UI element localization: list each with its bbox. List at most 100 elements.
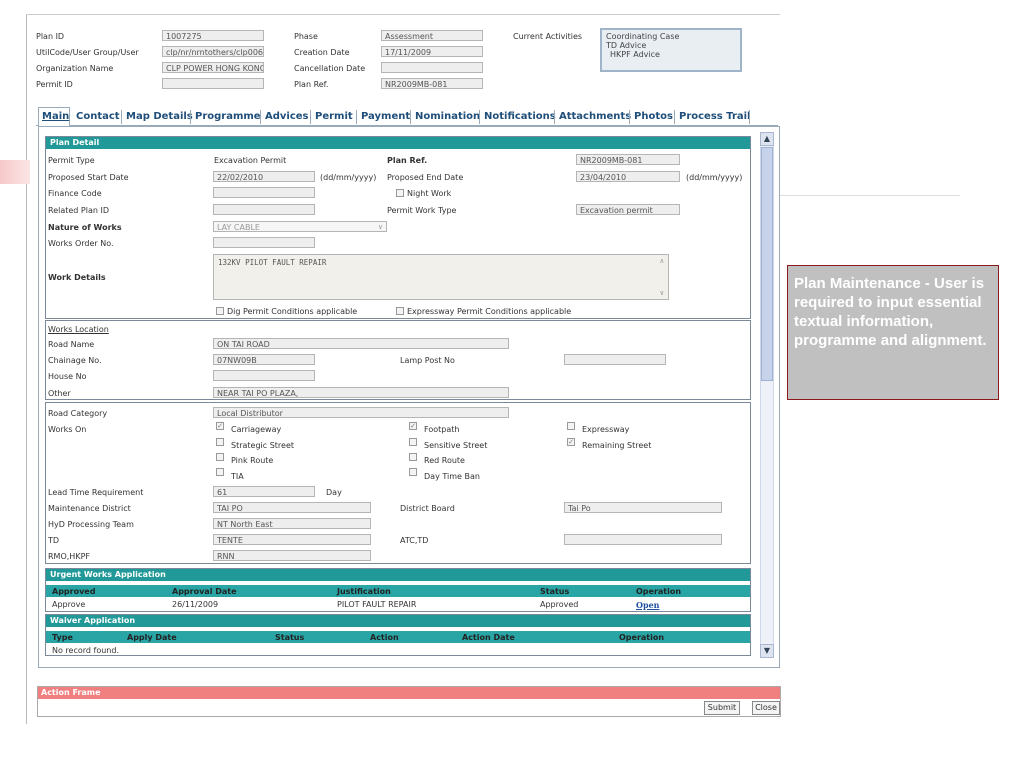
day-time-ban-checkbox[interactable] [409, 468, 417, 476]
tab-permit[interactable]: Permit [315, 108, 353, 125]
pink-route-checkbox[interactable] [216, 453, 224, 461]
textarea-scroll-up-icon[interactable]: ∧ [660, 257, 664, 265]
cancel-label: Cancellation Date [294, 64, 366, 73]
submit-button[interactable]: Submit [704, 701, 740, 715]
action-frame-title: Action Frame [38, 687, 780, 699]
lead-time-unit: Day [326, 488, 342, 497]
plan-id-field: 1007275 [162, 30, 264, 41]
related-plan-field[interactable] [213, 204, 315, 215]
urgent-col-approval-date: Approval Date [172, 587, 237, 596]
house-no-field[interactable] [213, 370, 315, 381]
nature-of-works-select[interactable]: LAY CABLE ∨ [213, 221, 387, 232]
lead-time-field: 61 [213, 486, 315, 497]
scroll-up-button[interactable]: ▲ [760, 132, 774, 146]
tab-contact[interactable]: Contact [76, 108, 120, 125]
planref-label: Plan Ref. [294, 80, 329, 89]
carriageway-label: Carriageway [231, 425, 282, 434]
tia-checkbox[interactable] [216, 468, 224, 476]
tab-separator [479, 110, 480, 124]
dig-permit-checkbox[interactable] [216, 307, 224, 315]
tab-main[interactable]: Main [42, 108, 69, 125]
activity-item[interactable]: Coordinating Case [606, 32, 736, 41]
tab-separator [749, 110, 750, 124]
end-date-field[interactable]: 23/04/2010 [576, 171, 680, 182]
remaining-street-checkbox[interactable]: ✓ [567, 438, 575, 446]
red-route-label: Red Route [424, 456, 465, 465]
tab-map-details[interactable]: Map Details [126, 108, 193, 125]
waiver-col-status: Status [275, 633, 305, 642]
work-details-textarea[interactable]: 132KV PILOT FAULT REPAIR ∧ ∨ [213, 254, 669, 300]
tab-programme[interactable]: Programme [195, 108, 261, 125]
chevron-down-icon: ∨ [377, 223, 383, 231]
works-order-label: Works Order No. [48, 239, 114, 248]
hyd-team-label: HyD Processing Team [48, 520, 134, 529]
nature-of-works-value: LAY CABLE [217, 223, 260, 232]
tab-separator [410, 110, 411, 124]
finance-code-label: Finance Code [48, 189, 102, 198]
expressway-permit-checkbox[interactable] [396, 307, 404, 315]
expressway-checkbox[interactable] [567, 422, 575, 430]
tab-notifications[interactable]: Notifications [484, 108, 556, 125]
lead-time-label: Lead Time Requirement [48, 488, 144, 497]
urgent-col-status: Status [540, 587, 570, 596]
hyd-team-field: NT North East [213, 518, 371, 529]
night-work-checkbox[interactable] [396, 189, 404, 197]
related-plan-label: Related Plan ID [48, 206, 110, 215]
works-order-field[interactable] [213, 237, 315, 248]
tab-attachments[interactable]: Attachments [559, 108, 631, 125]
creation-field: 17/11/2009 [381, 46, 483, 57]
tab-photos[interactable]: Photos [634, 108, 673, 125]
waiver-empty-text: No record found. [52, 646, 119, 655]
urgent-status-cell: Approved [540, 600, 579, 609]
start-date-field[interactable]: 22/02/2010 [213, 171, 315, 182]
remaining-street-label: Remaining Street [582, 441, 652, 450]
close-button[interactable]: Close [752, 701, 780, 715]
phase-label: Phase [294, 32, 318, 41]
textarea-scroll-down-icon[interactable]: ∨ [660, 289, 664, 297]
cancel-field [381, 62, 483, 73]
other-label: Other [48, 389, 71, 398]
plan-detail-title: Plan Detail [46, 137, 750, 149]
td-field: TENTE [213, 534, 371, 545]
tab-separator [121, 110, 122, 124]
tab-nomination[interactable]: Nomination [415, 108, 480, 125]
page-top-border [26, 14, 780, 15]
activities-list[interactable]: Coordinating Case TD Advice HKPF Advice [600, 28, 742, 72]
lamp-post-field[interactable] [564, 354, 666, 365]
footpath-checkbox[interactable]: ✓ [409, 422, 417, 430]
org-field: CLP POWER HONG KONG L [162, 62, 264, 73]
road-name-field[interactable]: ON TAI ROAD [213, 338, 509, 349]
rmo-hkpf-label: RMO,HKPF [48, 552, 90, 561]
tab-advices[interactable]: Advices [265, 108, 309, 125]
tab-payment[interactable]: Payment [361, 108, 410, 125]
urgent-col-operation: Operation [636, 587, 682, 596]
works-on-label: Works On [48, 425, 87, 434]
waiver-col-type: Type [52, 633, 73, 642]
permit-work-type-label: Permit Work Type [387, 206, 457, 215]
planref-field: NR2009MB-081 [381, 78, 483, 89]
chainage-field[interactable]: 07NW09B [213, 354, 315, 365]
start-date-label: Proposed Start Date [48, 173, 129, 182]
callout-box: Plan Maintenance - User is required to i… [787, 265, 999, 400]
strategic-street-checkbox[interactable] [216, 438, 224, 446]
page-left-border [26, 14, 27, 724]
urgent-open-link[interactable]: Open [636, 600, 659, 610]
work-details-text: 132KV PILOT FAULT REPAIR [218, 258, 327, 267]
finance-code-field[interactable] [213, 187, 315, 198]
sensitive-street-checkbox[interactable] [409, 438, 417, 446]
scrollbar-thumb[interactable] [761, 147, 773, 381]
tab-process-trail[interactable]: Process Trail [679, 108, 750, 125]
activity-item[interactable]: TD Advice [606, 41, 736, 50]
urgent-justification-cell: PILOT FAULT REPAIR [337, 600, 417, 609]
permit-work-type-field: Excavation permit [576, 204, 680, 215]
scroll-down-button[interactable]: ▼ [760, 644, 774, 658]
footpath-label: Footpath [424, 425, 460, 434]
carriageway-checkbox[interactable]: ✓ [216, 422, 224, 430]
other-field[interactable]: NEAR TAI PO PLAZA, [213, 387, 509, 398]
activity-item[interactable]: HKPF Advice [606, 50, 736, 59]
red-route-checkbox[interactable] [409, 453, 417, 461]
start-date-format: (dd/mm/yyyy) [320, 173, 377, 182]
day-time-ban-label: Day Time Ban [424, 472, 480, 481]
utilcode-field: clp/nr/nrntothers/clp006nt [162, 46, 264, 57]
chainage-label: Chainage No. [48, 356, 102, 365]
